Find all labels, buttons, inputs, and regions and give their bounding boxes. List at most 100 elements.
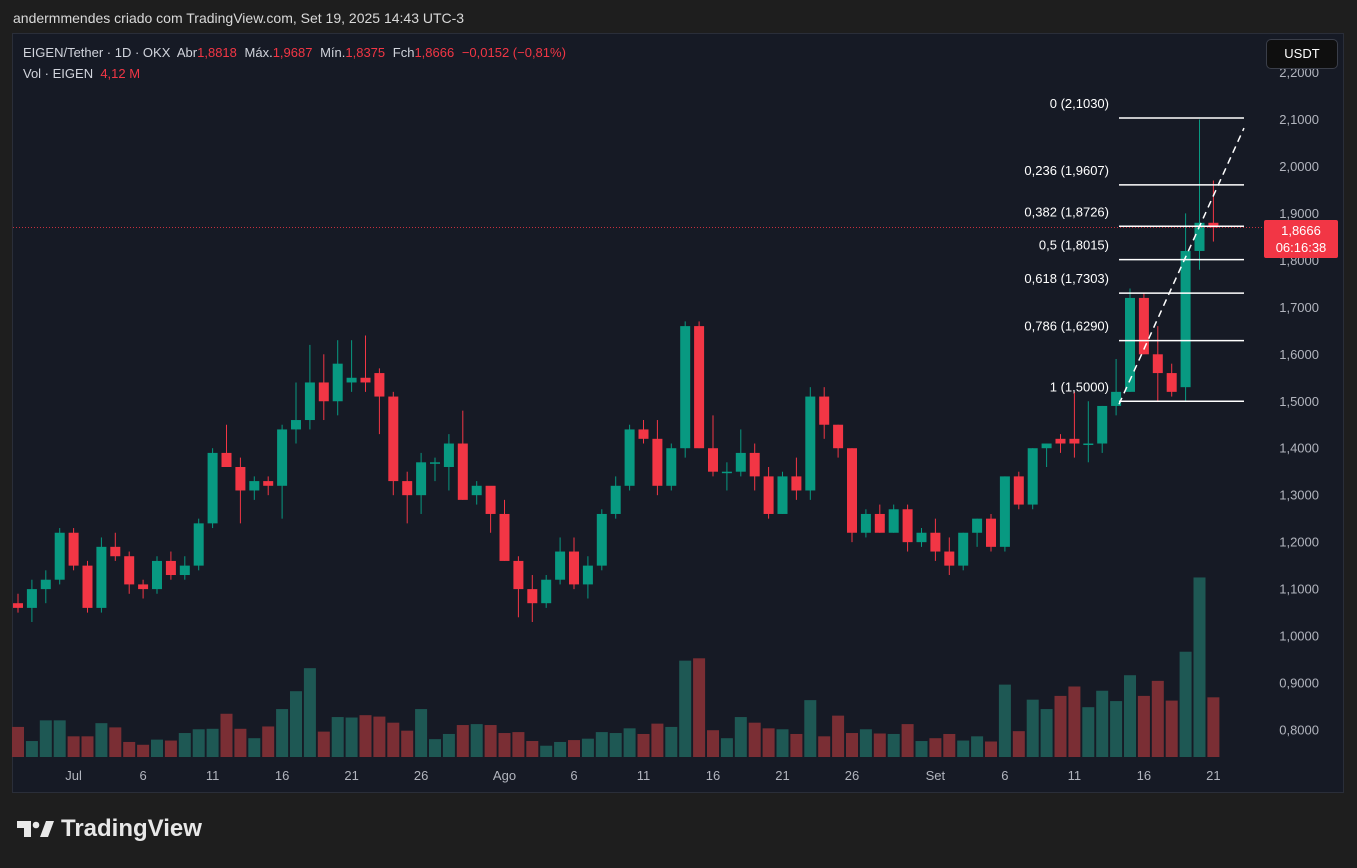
candle-body xyxy=(569,551,579,585)
volume-bar xyxy=(818,736,831,757)
volume-bar xyxy=(1151,680,1164,757)
candle-body xyxy=(68,532,79,566)
candle-body xyxy=(54,532,65,580)
x-tick-label: 16 xyxy=(275,768,289,783)
volume-bar xyxy=(957,740,970,757)
candle-body xyxy=(360,377,371,383)
candle-body xyxy=(13,603,23,608)
brand-name: TradingView xyxy=(61,815,202,842)
candle-body xyxy=(138,584,149,590)
fib-level-label: 1 (1,5000) xyxy=(1050,379,1109,394)
x-tick-label: 11 xyxy=(1068,768,1082,783)
candle-body xyxy=(930,532,941,552)
volume-bar xyxy=(317,731,330,757)
candle-body xyxy=(1138,297,1149,355)
candle-body xyxy=(819,396,830,425)
candle-body xyxy=(1069,438,1080,444)
candle-body xyxy=(582,565,593,585)
volume-bar xyxy=(345,717,358,757)
candle-body xyxy=(888,509,899,533)
candle-body xyxy=(96,546,107,608)
symbol-label[interactable]: EIGEN/Tether · 1D · OKX xyxy=(23,45,170,60)
volume-bar xyxy=(81,736,94,757)
x-tick-label: 11 xyxy=(206,768,220,783)
candle-body xyxy=(777,476,788,514)
volume-bar xyxy=(887,733,900,757)
candle-body xyxy=(40,579,51,590)
volume-bar xyxy=(192,729,205,757)
candle-body xyxy=(388,396,399,482)
last-price-value: 1,8666 xyxy=(1281,223,1321,238)
x-tick-label: 21 xyxy=(344,768,358,783)
candle-body xyxy=(1152,354,1163,374)
volume-bar xyxy=(1040,709,1053,757)
candle-body xyxy=(1013,476,1024,505)
volume-bar xyxy=(832,715,845,757)
candle-body xyxy=(1125,297,1135,392)
x-tick-label: 11 xyxy=(637,768,651,783)
volume-bar xyxy=(512,732,525,757)
x-tick-label: 26 xyxy=(414,768,428,783)
candle-body xyxy=(680,326,691,449)
candle-body xyxy=(291,420,301,430)
candle-body xyxy=(235,467,246,491)
y-tick-label: 1,5000 xyxy=(1279,394,1319,409)
candle-body xyxy=(193,523,204,566)
candle-body xyxy=(82,565,93,608)
volume-bar xyxy=(234,728,247,757)
candle-body xyxy=(416,462,427,496)
fib-level-label: 0 (2,1030) xyxy=(1050,96,1109,111)
volume-bar xyxy=(359,715,372,757)
volume-bar xyxy=(776,729,789,757)
volume-bar xyxy=(595,732,608,757)
volume-bar xyxy=(637,733,650,757)
volume-bar xyxy=(1110,701,1123,757)
volume-bar xyxy=(1054,695,1067,757)
candle-body xyxy=(874,513,885,533)
volume-bar xyxy=(53,720,66,757)
candle-body xyxy=(805,396,816,491)
candle-body xyxy=(499,513,510,561)
volume-bar xyxy=(387,722,400,757)
y-tick-label: 0,9000 xyxy=(1279,676,1319,691)
fib-level-label: 0,786 (1,6290) xyxy=(1024,319,1109,334)
candle-body xyxy=(999,476,1010,547)
volume-label[interactable]: Vol · EIGEN xyxy=(23,66,93,81)
volume-bar xyxy=(846,733,858,757)
volume-bar xyxy=(470,724,483,757)
candle-body xyxy=(1041,443,1052,449)
candle-body xyxy=(179,565,190,576)
candle-body xyxy=(749,452,760,477)
candlestick-chart[interactable]: 2,20002,10002,00001,90001,80001,70001,60… xyxy=(0,0,1357,868)
y-tick-label: 0,8000 xyxy=(1279,723,1319,738)
volume-bar xyxy=(707,730,719,757)
volume-bar xyxy=(151,739,163,757)
candle-body xyxy=(638,429,649,439)
candle-body xyxy=(610,485,621,514)
volume-bar xyxy=(651,723,664,757)
volume-bar xyxy=(429,739,441,757)
low-label: Mín. xyxy=(320,45,346,60)
volume-value: 4,12 M xyxy=(100,66,141,81)
fib-level-label: 0,236 (1,9607) xyxy=(1024,163,1109,178)
candle-body xyxy=(332,363,343,402)
fib-level-label: 0,618 (1,7303) xyxy=(1024,271,1109,286)
volume-bar xyxy=(456,725,469,757)
volume-bar xyxy=(748,722,761,757)
volume-bar xyxy=(373,716,386,757)
volume-bar xyxy=(526,741,539,757)
volume-bar xyxy=(484,725,497,757)
tradingview-logo[interactable]: TradingView xyxy=(15,815,202,843)
candle-body xyxy=(944,551,955,566)
y-tick-label: 1,9000 xyxy=(1279,206,1319,221)
currency-button[interactable]: USDT xyxy=(1266,39,1338,69)
volume-bar xyxy=(540,745,553,757)
candle-body xyxy=(318,382,329,402)
volume-bar xyxy=(985,741,997,757)
y-tick-label: 1,2000 xyxy=(1279,535,1319,550)
volume-bar xyxy=(137,744,150,757)
y-tick-label: 2,1000 xyxy=(1279,112,1319,127)
volume-bar xyxy=(665,726,678,757)
candle-body xyxy=(708,448,718,472)
volume-bar xyxy=(623,728,636,757)
